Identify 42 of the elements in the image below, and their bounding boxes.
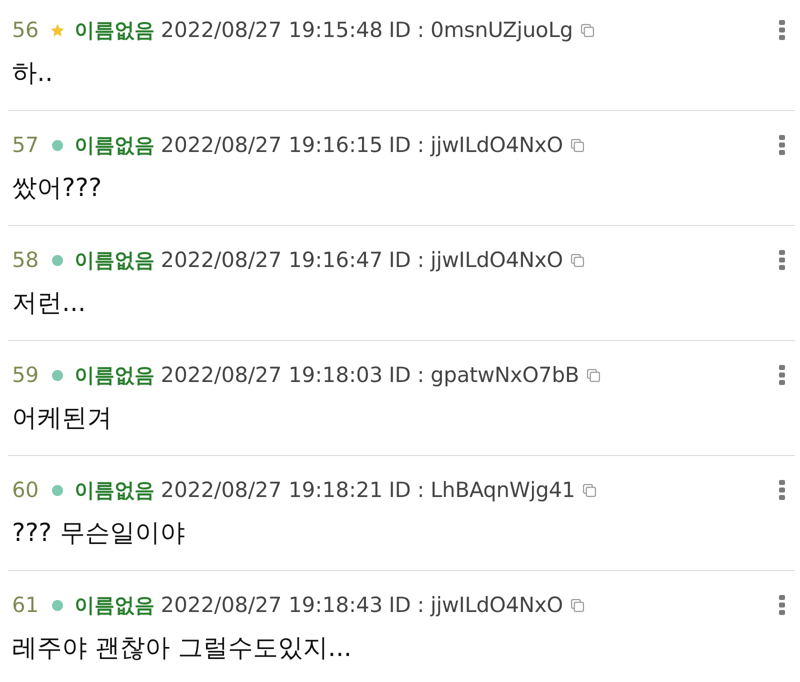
more-menu-icon[interactable] bbox=[779, 135, 785, 155]
copy-icon[interactable] bbox=[570, 138, 584, 152]
post-number: 56 bbox=[12, 18, 39, 42]
post-text: 쌌어??? bbox=[12, 172, 103, 204]
copy-icon[interactable] bbox=[580, 24, 594, 36]
post-number: 59 bbox=[12, 363, 39, 387]
post-text: ??? 무슨일이야 bbox=[12, 517, 186, 549]
user-id: ID : jjwILdO4NxO bbox=[388, 133, 563, 157]
post-text: 레주야 괜찮아 그럴수도있지... bbox=[12, 632, 353, 664]
post-date: 2022/08/27 19:18:43 bbox=[160, 593, 383, 617]
post-date: 2022/08/27 19:15:48 bbox=[160, 18, 383, 42]
post-date: 2022/08/27 19:16:15 bbox=[160, 133, 383, 157]
post-number: 61 bbox=[12, 593, 39, 617]
author-name: 이름없음 bbox=[74, 132, 155, 158]
user-id: ID : 0msnUZjuoLg bbox=[388, 18, 573, 42]
post-date: 2022/08/27 19:18:21 bbox=[160, 478, 383, 502]
user-id: ID : gpatwNxO7bB bbox=[388, 363, 580, 387]
post-number: 60 bbox=[12, 478, 39, 502]
post-number: 57 bbox=[12, 133, 39, 157]
more-menu-icon[interactable] bbox=[779, 365, 785, 385]
author-name: 이름없음 bbox=[74, 476, 155, 504]
author-name: 이름없음 bbox=[74, 592, 155, 618]
post-date: 2022/08/27 19:18:03 bbox=[160, 363, 383, 387]
more-menu-icon[interactable] bbox=[779, 480, 785, 500]
post-text: 하.. bbox=[12, 57, 54, 89]
post-text: 어케된겨 bbox=[12, 402, 113, 434]
copy-icon[interactable] bbox=[570, 598, 584, 612]
more-menu-icon[interactable] bbox=[779, 595, 785, 615]
more-menu-icon[interactable] bbox=[779, 250, 785, 270]
user-id: ID : LhBAqnWjg41 bbox=[388, 478, 576, 502]
user-id: ID : jjwILdO4NxO bbox=[388, 248, 563, 272]
author-name: 이름없음 bbox=[74, 246, 155, 274]
post-number: 58 bbox=[12, 248, 39, 272]
author-name: 이름없음 bbox=[74, 362, 155, 388]
post-date: 2022/08/27 19:16:47 bbox=[160, 248, 383, 272]
author-name: 이름없음 bbox=[74, 16, 155, 44]
copy-icon[interactable] bbox=[570, 254, 584, 266]
copy-icon[interactable] bbox=[583, 484, 596, 496]
copy-icon[interactable] bbox=[587, 368, 600, 382]
post-text: 저런... bbox=[12, 287, 87, 319]
user-id: ID : jjwILdO4NxO bbox=[388, 593, 563, 617]
more-menu-icon[interactable] bbox=[779, 20, 785, 40]
